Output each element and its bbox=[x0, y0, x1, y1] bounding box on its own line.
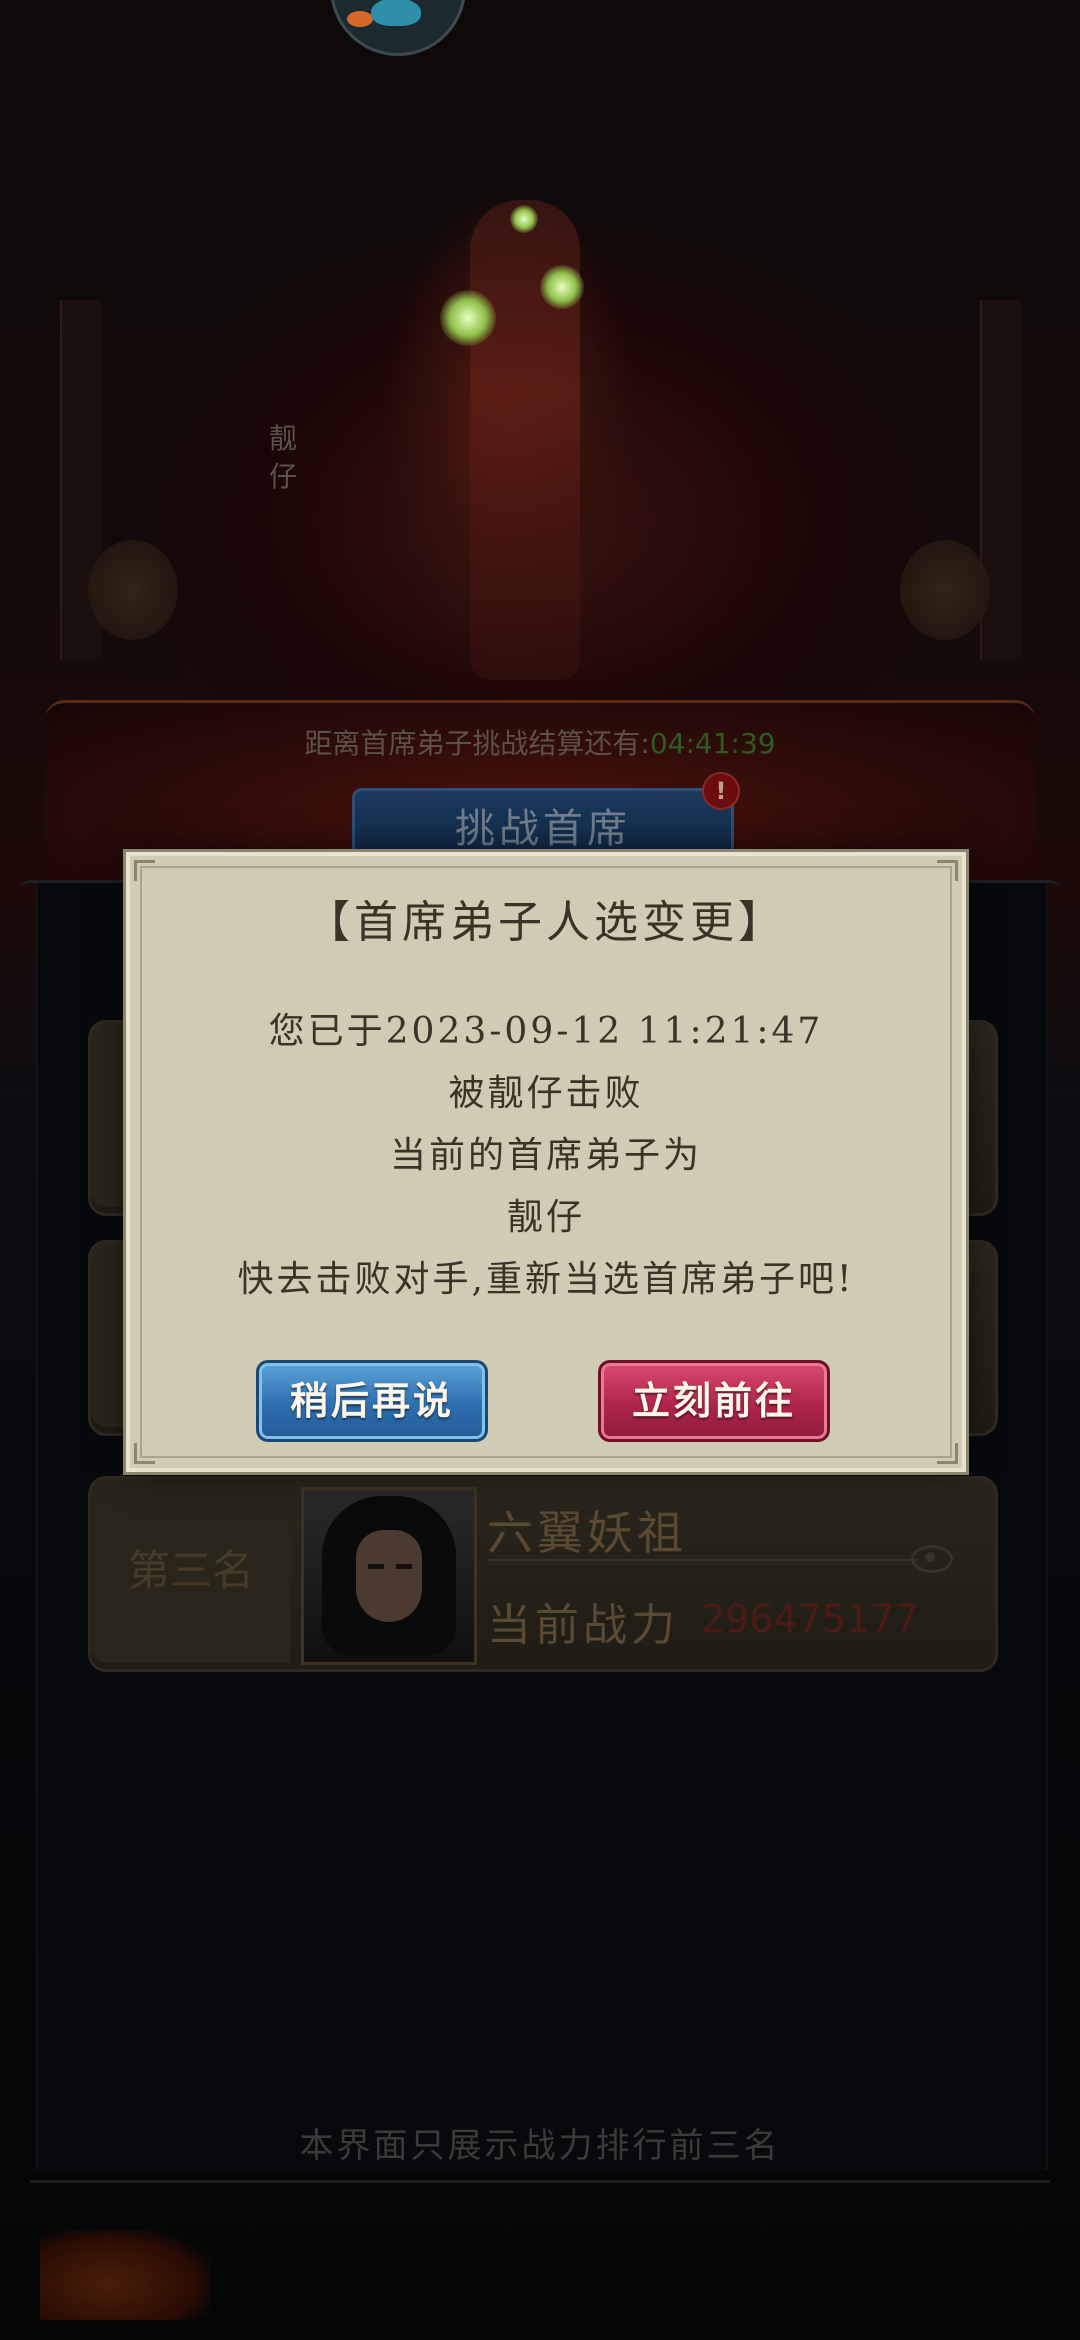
dialog-call-to-action: 快去击败对手,重新当选首席弟子吧! bbox=[237, 1259, 855, 1300]
divider bbox=[487, 1559, 917, 1561]
footer-frame bbox=[30, 2150, 1050, 2183]
spirit-orb bbox=[540, 265, 584, 309]
go-now-button[interactable]: 立刻前往 bbox=[598, 1360, 830, 1442]
countdown-text: 距离首席弟子挑战结算还有:04:41:39 bbox=[0, 722, 1080, 762]
rank-label-third: 第三名 bbox=[91, 1479, 291, 1663]
dialog-current-champion-name: 靓仔 bbox=[506, 1197, 585, 1238]
dialog-defeated-by: 被靓仔击败 bbox=[448, 1073, 644, 1114]
spirit-orb bbox=[510, 205, 538, 233]
corner-ornament bbox=[134, 860, 155, 881]
player-name: 六翼妖祖 bbox=[487, 1506, 687, 1560]
fish-icon bbox=[371, 0, 421, 26]
alert-badge: ! bbox=[702, 772, 740, 810]
player-portrait[interactable] bbox=[301, 1487, 477, 1665]
corner-ornament bbox=[937, 860, 958, 881]
spirit-orb bbox=[440, 290, 496, 346]
champion-name-vertical: 靓仔 bbox=[268, 422, 297, 493]
drum-right bbox=[900, 540, 990, 640]
power-label: 当前战力 bbox=[487, 1600, 679, 1651]
corner-ornament bbox=[937, 1443, 958, 1464]
dialog-current-champion-label: 当前的首席弟子为 bbox=[389, 1135, 702, 1176]
drum-left bbox=[88, 540, 178, 640]
champion-change-dialog: 【首席弟子人选变更】 您已于2023-09-12 11:21:47 被靓仔击败 … bbox=[126, 852, 966, 1472]
later-button[interactable]: 稍后再说 bbox=[256, 1360, 488, 1442]
portrait-eye bbox=[368, 1564, 384, 1569]
dialog-title: 【首席弟子人选变更】 bbox=[306, 897, 786, 948]
countdown-time: 04:41:39 bbox=[649, 727, 776, 760]
corner-ornament bbox=[134, 1443, 155, 1464]
portrait-eye bbox=[396, 1564, 412, 1569]
fire-decoration bbox=[40, 2230, 210, 2320]
portrait-face bbox=[356, 1530, 422, 1622]
view-eye-icon[interactable] bbox=[911, 1545, 953, 1573]
power-value: 296475177 bbox=[701, 1597, 919, 1641]
fish-tail-icon bbox=[347, 11, 373, 27]
game-screen: 靓仔 距离首席弟子挑战结算还有:04:41:39 挑战首席 ! 第三名 六翼妖祖… bbox=[0, 0, 1080, 2340]
rank-card-third[interactable]: 第三名 六翼妖祖 当前战力 296475177 bbox=[88, 1476, 998, 1672]
dialog-defeat-time: 您已于2023-09-12 11:21:47 bbox=[268, 1011, 824, 1052]
countdown-label: 距离首席弟子挑战结算还有: bbox=[304, 727, 650, 760]
